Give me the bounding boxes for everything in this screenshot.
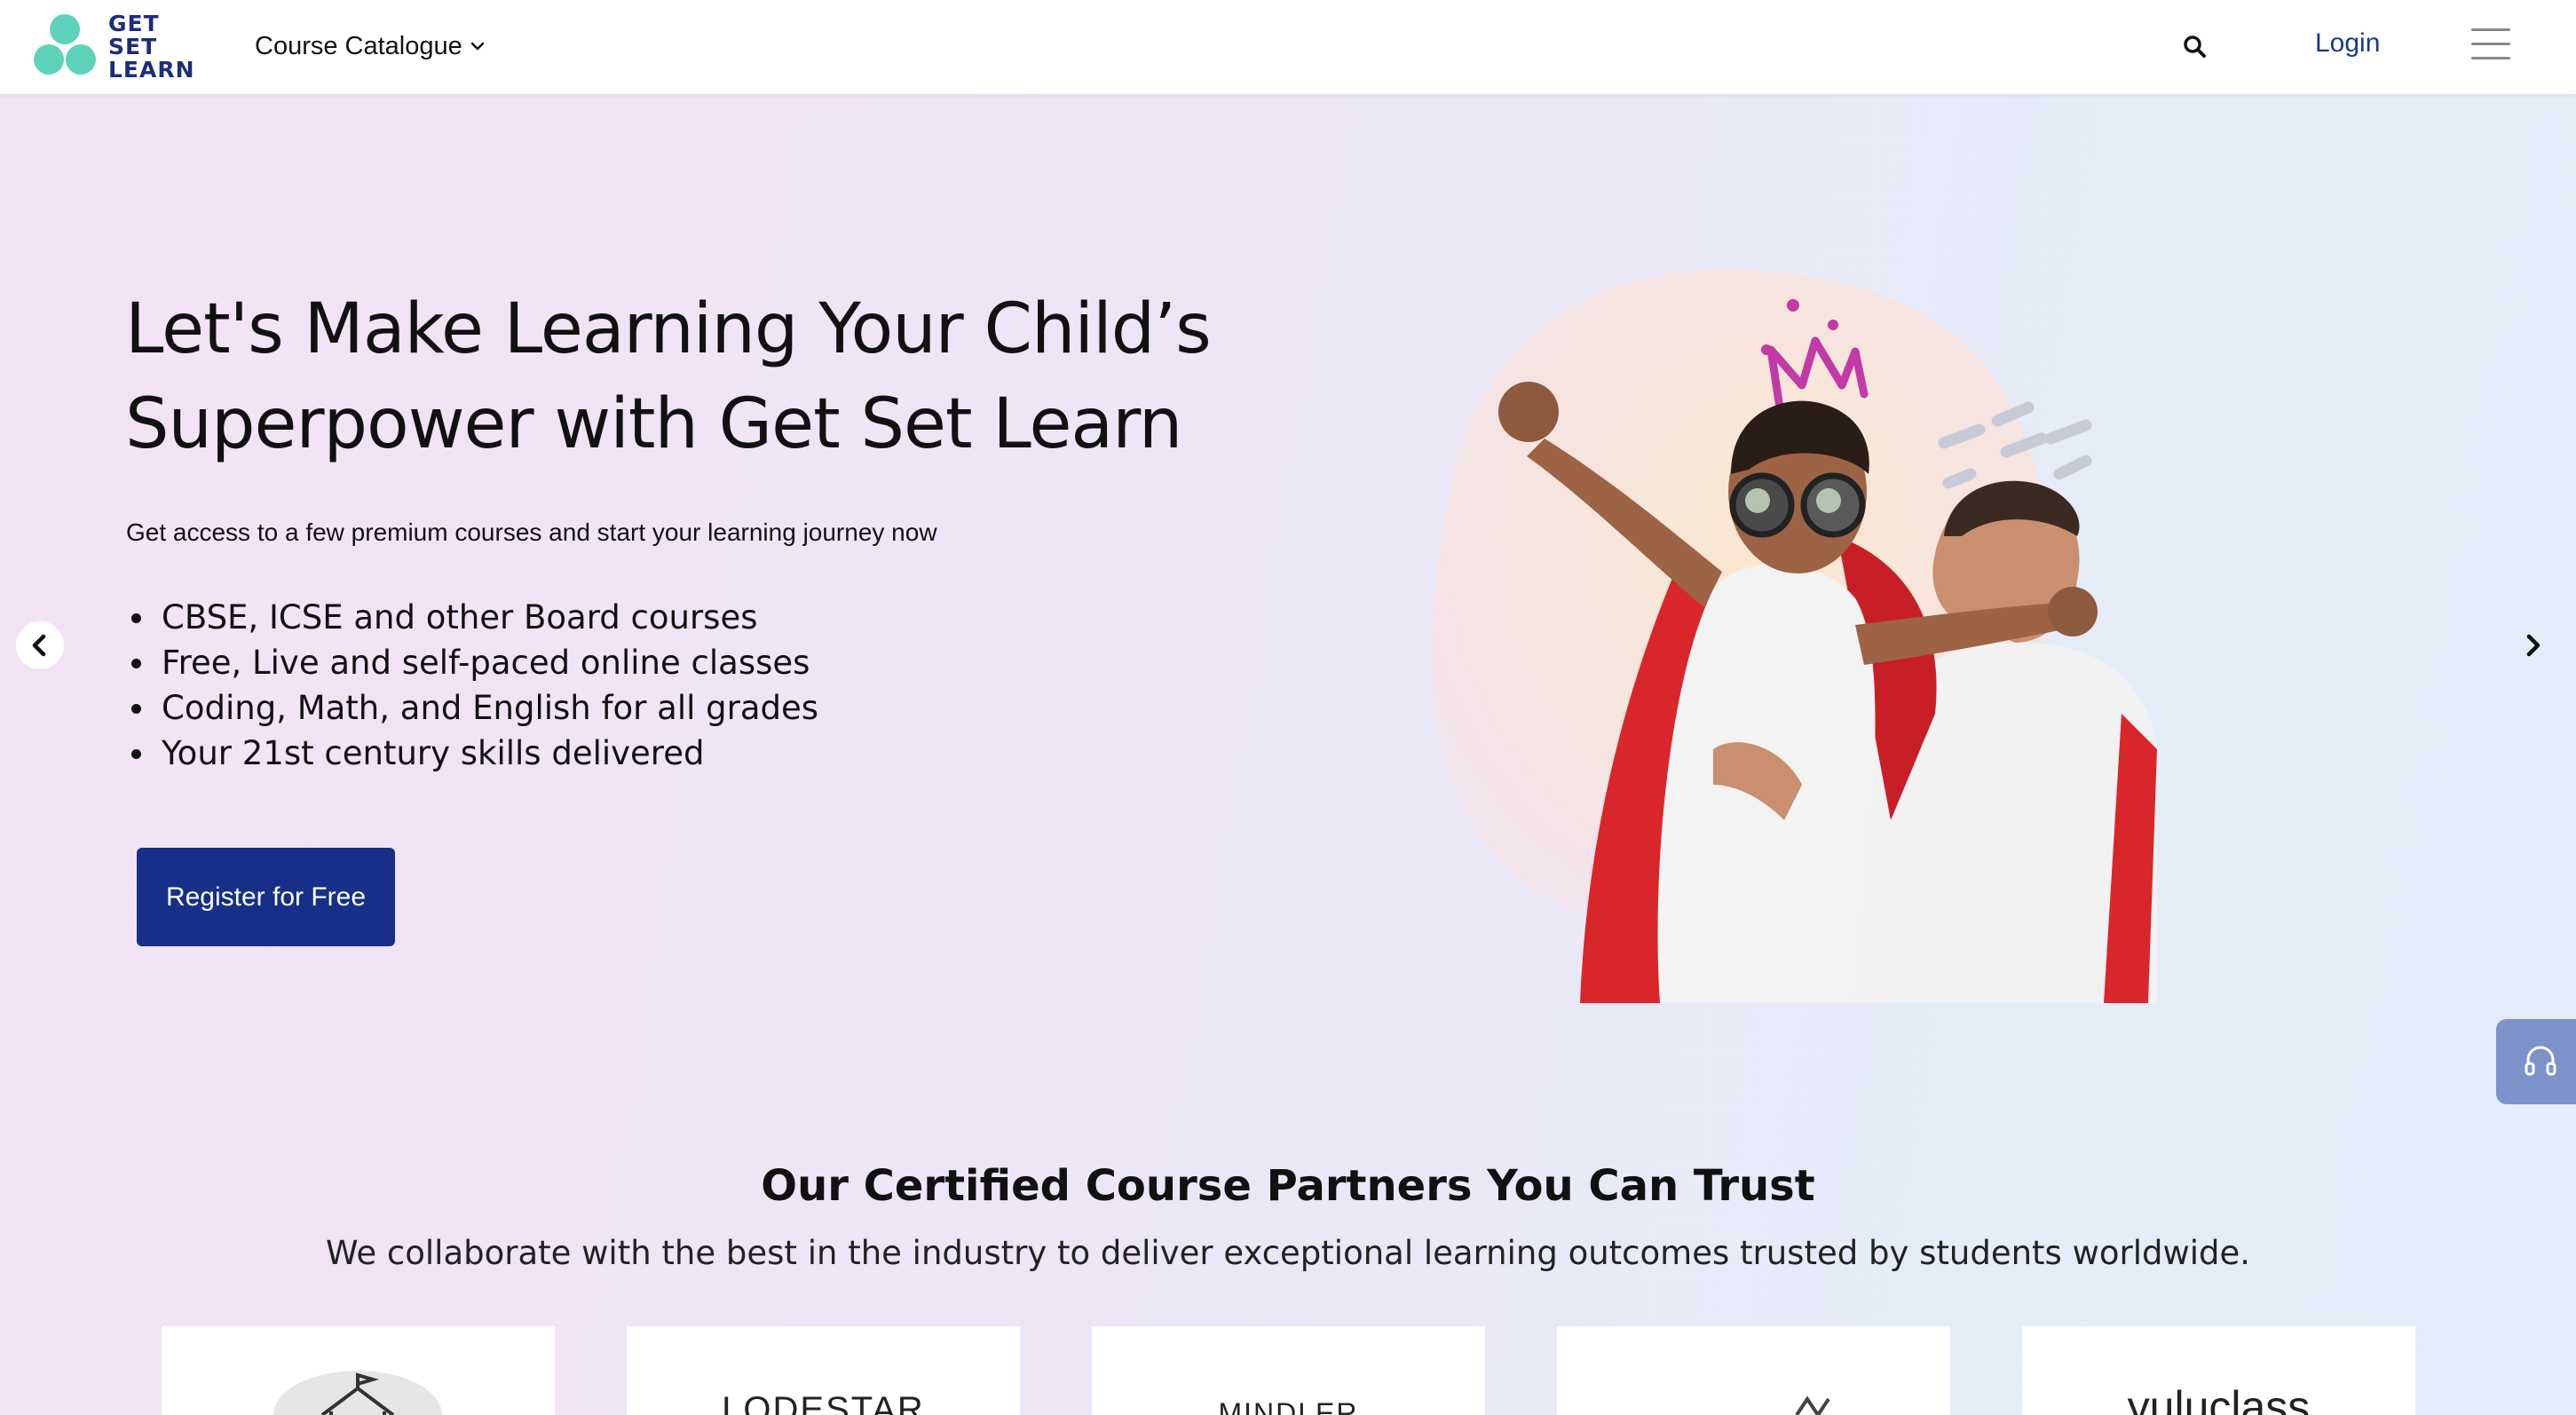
hero-title: Let's Make Learning Your Child’s Superpo… [125, 282, 1297, 472]
hamburger-menu-button[interactable] [2471, 28, 2510, 64]
hero-feature-list: CBSE, ICSE and other Board courses Free,… [126, 595, 818, 776]
course-catalogue-dropdown[interactable]: Course Catalogue [255, 27, 486, 66]
partners-subtitle: We collaborate with the best in the indu… [325, 1234, 2251, 1272]
logo-word-get: GET [108, 11, 160, 36]
partner-logo-card[interactable] [162, 1326, 555, 1415]
partner-mark-logo [1795, 1395, 1830, 1415]
hero-title-line-2: Superpower with Get Set Learn [125, 384, 1182, 464]
partner-logo-card[interactable]: MINDLER [1092, 1326, 1485, 1415]
school-building-logo [273, 1371, 442, 1415]
logo-dots-icon [32, 12, 103, 82]
chevron-down-icon [470, 42, 485, 51]
hamburger-menu-icon [2471, 28, 2510, 59]
list-item: Coding, Math, and English for all grades [126, 685, 818, 731]
chevron-right-icon [2526, 634, 2540, 657]
search-icon [2184, 36, 2206, 58]
headset-icon [2525, 1046, 2556, 1076]
partner-logo-card[interactable] [1557, 1326, 1950, 1415]
partner-logo-card[interactable]: LODESTAR [627, 1326, 1020, 1415]
get-set-learn-logo[interactable]: GET SET LEARN [32, 12, 209, 82]
logo-wordmark: GET SET LEARN [108, 12, 215, 82]
partner-logo-card[interactable]: yuluclass [2022, 1326, 2415, 1415]
search-button[interactable] [2180, 32, 2210, 62]
list-item: Your 21st century skills delivered [126, 731, 818, 776]
list-item: Free, Live and self-paced online classes [126, 640, 818, 685]
logo-word-set: SET [108, 34, 158, 59]
hero-superhero-photo [1430, 269, 2157, 1003]
hero-subtitle: Get access to a few premium courses and … [126, 518, 937, 546]
site-header: GET SET LEARN Course Catalogue Login [0, 0, 2576, 94]
list-item: CBSE, ICSE and other Board courses [126, 595, 818, 640]
partners-heading: Our Certified Course Partners You Can Tr… [761, 1161, 1815, 1211]
login-link[interactable]: Login [2315, 28, 2380, 59]
mindler-logo: MINDLER [1218, 1397, 1359, 1415]
yuluclass-logo: yuluclass [2127, 1382, 2311, 1415]
lodestar-logo: LODESTAR [722, 1390, 925, 1415]
carousel-prev-button[interactable] [16, 621, 64, 669]
chevron-left-icon [32, 634, 46, 657]
course-catalogue-label: Course Catalogue [255, 31, 462, 60]
support-chat-button[interactable] [2496, 1019, 2576, 1104]
carousel-next-button[interactable] [2509, 621, 2556, 669]
hero-title-line-1: Let's Make Learning Your Child’s [125, 289, 1212, 369]
logo-word-learn: LEARN [108, 57, 195, 83]
register-for-free-button[interactable]: Register for Free [137, 848, 395, 946]
